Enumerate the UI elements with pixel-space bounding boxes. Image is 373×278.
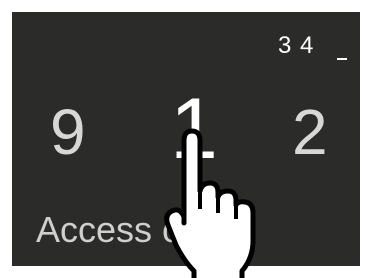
- digit-option-right[interactable]: 2: [292, 97, 328, 167]
- digit-option-left[interactable]: 9: [50, 97, 86, 167]
- entered-digits: 3 4: [278, 32, 315, 59]
- input-cursor: [337, 58, 347, 60]
- tap-hand-icon: [164, 128, 256, 278]
- access-code-label: Access c: [36, 209, 181, 250]
